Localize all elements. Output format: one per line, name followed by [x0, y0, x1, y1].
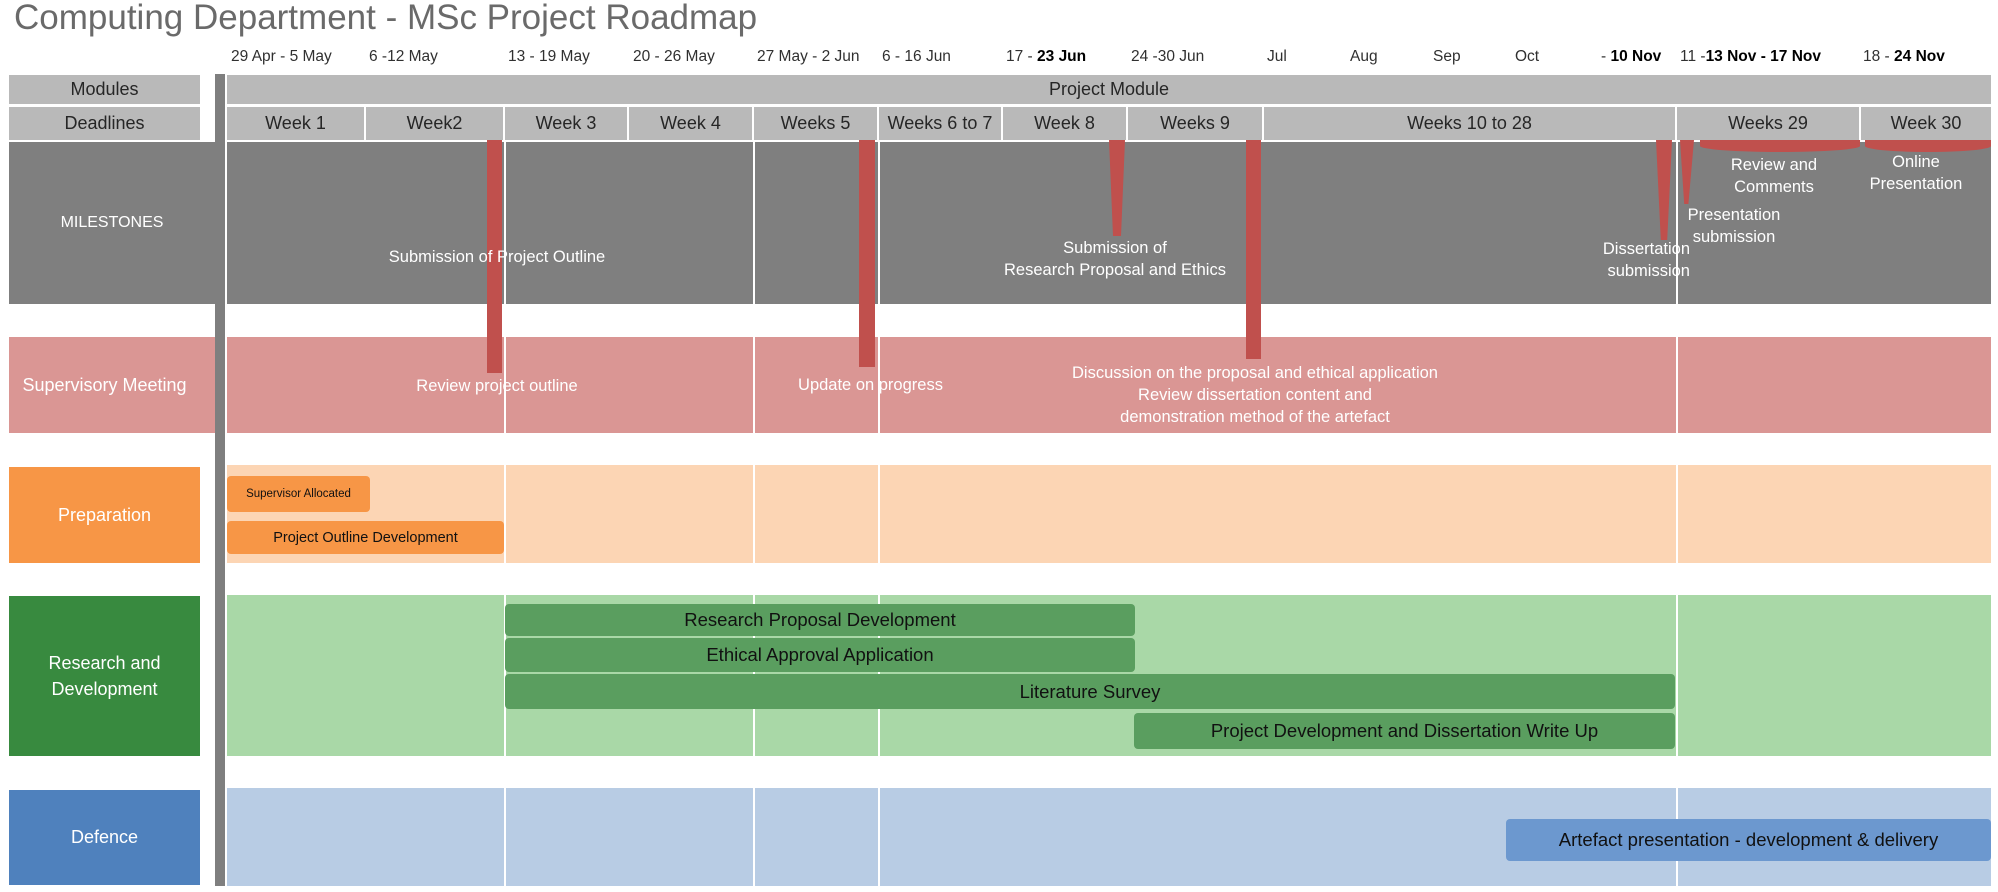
row-label-supervisory: Supervisory Meeting [9, 337, 200, 433]
date-label: 11 -13 Nov - 17 Nov [1680, 48, 1821, 65]
row-label-modules: Modules [9, 75, 200, 104]
week-header: Week 4 [629, 107, 754, 140]
project-module-bar: Project Module [227, 75, 1991, 104]
date-label: 18 - 24 Nov [1863, 48, 1945, 65]
date-label: Sep [1433, 48, 1461, 65]
milestone-marker [1700, 140, 1860, 152]
week-header: Week 30 [1861, 107, 1991, 140]
date-label: 6 - 16 Jun [882, 48, 951, 65]
date-label: 24 -30 Jun [1131, 48, 1205, 65]
row-label-preparation: Preparation [9, 467, 200, 563]
date-label: Oct [1515, 48, 1540, 65]
row-label-defence: Defence [9, 790, 200, 885]
task-literature-survey: Literature Survey [505, 674, 1675, 709]
date-label: 20 - 26 May [633, 48, 715, 65]
task-outline-development: Project Outline Development [227, 521, 504, 554]
date-label: - 10 Nov [1601, 48, 1662, 65]
milestone-presentation-submission: Presentation submission [1687, 206, 1781, 247]
supervisory-band-left [200, 337, 215, 433]
week-header: Week 8 [1003, 107, 1128, 140]
milestone-online-presentation: Online Presentation [1869, 153, 1963, 194]
row-label-deadlines: Deadlines [9, 107, 200, 140]
date-label: Aug [1350, 48, 1378, 65]
date-label: 13 - 19 May [508, 48, 590, 65]
date-label: 29 Apr - 5 May [231, 48, 332, 65]
task-ethical-approval: Ethical Approval Application [505, 638, 1135, 672]
date-label: 27 May - 2 Jun [757, 48, 860, 65]
task-research-proposal: Research Proposal Development [505, 604, 1135, 636]
milestone-dissertation: Dissertation submission [1602, 240, 1690, 281]
week-header: Weeks 9 [1128, 107, 1264, 140]
week-header: Weeks 29 [1677, 107, 1861, 140]
milestone-marker [859, 140, 875, 367]
task-supervisor-allocated: Supervisor Allocated [227, 476, 370, 512]
date-label: 6 -12 May [369, 48, 438, 65]
meeting-outline: Review project outline [416, 377, 578, 395]
week-header: Weeks 5 [754, 107, 879, 140]
meeting-discussion: Discussion on the proposal and ethical a… [1072, 364, 1438, 426]
date-label: 17 - 23 Jun [1006, 48, 1087, 65]
page-title: Computing Department - MSc Project Roadm… [14, 0, 758, 37]
task-artefact-presentation: Artefact presentation - development & de… [1506, 819, 1991, 861]
milestone-proposal: Submission of Research Proposal and Ethi… [1004, 239, 1226, 280]
task-project-development: Project Development and Dissertation Wri… [1134, 713, 1675, 749]
milestone-outline: Submission of Project Outline [388, 248, 606, 266]
week-header: Week2 [366, 107, 505, 140]
milestone-marker [1246, 140, 1261, 359]
left-divider [215, 74, 225, 886]
week-header: Week 1 [227, 107, 366, 140]
grid-line [878, 142, 880, 886]
week-header: Weeks 10 to 28 [1264, 107, 1677, 140]
date-label: Jul [1267, 48, 1287, 65]
week-header: Weeks 6 to 7 [879, 107, 1003, 140]
row-label-research: Research and Development [9, 596, 200, 756]
week-header: Week 3 [505, 107, 629, 140]
milestone-review: Review and Comments [1730, 156, 1818, 197]
row-label-milestones: MILESTONES [9, 142, 215, 304]
grid-line [753, 142, 755, 886]
meeting-progress: Update on progress [798, 376, 943, 394]
